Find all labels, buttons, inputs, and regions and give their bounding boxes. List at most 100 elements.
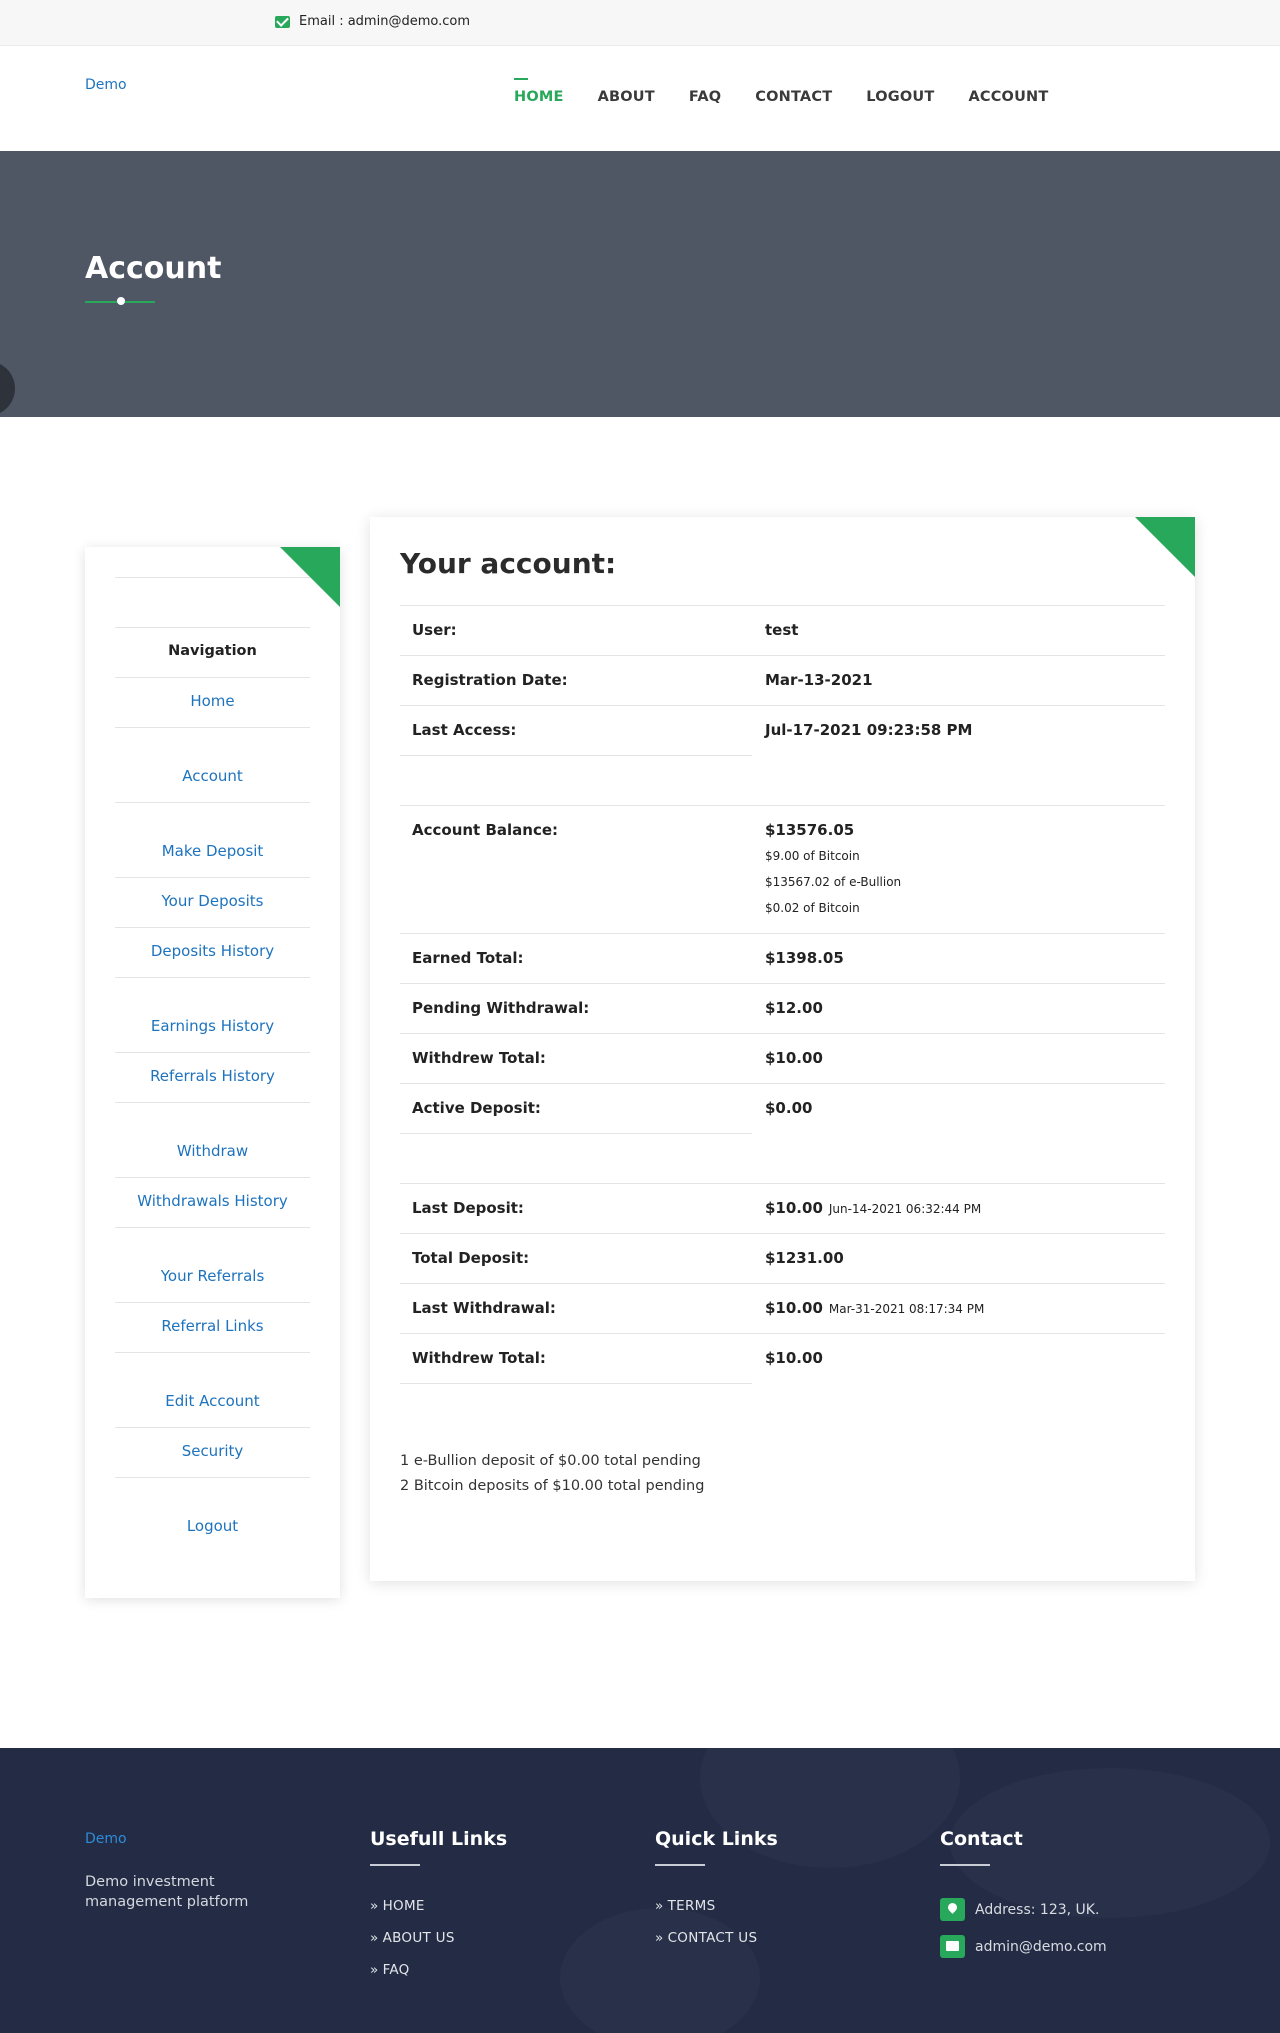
panel-corner-decoration bbox=[1135, 517, 1195, 577]
divider bbox=[115, 1352, 310, 1353]
footer-link-label: TERMS bbox=[667, 1898, 716, 1914]
total-deposit-value: $1231.00 bbox=[765, 1249, 844, 1267]
contact-email-text: admin@demo.com bbox=[975, 1938, 1107, 1955]
sidebar-item-logout[interactable]: Logout bbox=[115, 1517, 310, 1535]
divider bbox=[400, 1333, 1165, 1334]
sidebar-item-withdrawals-history[interactable]: Withdrawals History bbox=[115, 1192, 310, 1210]
last-deposit-value: $10.00 Jun-14-2021 06:32:44 PM bbox=[765, 1199, 981, 1217]
sidebar-item-your-deposits[interactable]: Your Deposits bbox=[115, 892, 310, 910]
footer-link-label: ABOUT US bbox=[382, 1930, 455, 1946]
active-deposit-label: Active Deposit: bbox=[412, 1099, 541, 1117]
footer: Demo Demo investment management platform… bbox=[0, 1748, 1280, 2033]
nav-logout[interactable]: LOGOUT bbox=[866, 89, 934, 105]
divider bbox=[370, 1864, 420, 1866]
divider bbox=[400, 705, 1165, 706]
divider bbox=[400, 605, 1165, 606]
contact-title: Contact bbox=[940, 1828, 1023, 1850]
pending-note: 2 Bitcoin deposits of $10.00 total pendi… bbox=[400, 1478, 705, 1494]
footer-link-contact[interactable]: » CONTACT US bbox=[655, 1930, 778, 1946]
footer-link-label: HOME bbox=[382, 1898, 425, 1914]
divider bbox=[400, 1283, 1165, 1284]
divider bbox=[115, 927, 310, 928]
sidebar-item-referrals-history[interactable]: Referrals History bbox=[115, 1067, 310, 1085]
sidebar-item-home[interactable]: Home bbox=[115, 692, 310, 710]
divider bbox=[115, 677, 310, 678]
registration-date-value: Mar-13-2021 bbox=[765, 671, 873, 689]
chevron-right-icon: » bbox=[655, 1930, 664, 1946]
divider bbox=[400, 1233, 1165, 1234]
divider bbox=[115, 802, 310, 803]
divider bbox=[115, 1102, 310, 1103]
sidebar-item-earnings-history[interactable]: Earnings History bbox=[115, 1017, 310, 1035]
divider bbox=[400, 983, 1165, 984]
account-heading: Your account: bbox=[400, 547, 617, 580]
footer-logo[interactable]: Demo bbox=[85, 1831, 127, 1847]
pending-withdrawal-label: Pending Withdrawal: bbox=[412, 999, 590, 1017]
divider bbox=[400, 655, 1165, 656]
active-deposit-value: $0.00 bbox=[765, 1099, 813, 1117]
footer-link-about[interactable]: » ABOUT US bbox=[370, 1930, 507, 1946]
page-hero: Account bbox=[0, 151, 1280, 417]
last-access-label: Last Access: bbox=[412, 721, 517, 739]
nav-contact[interactable]: CONTACT bbox=[755, 89, 832, 105]
quick-links-column: Quick Links » TERMS » CONTACT US bbox=[655, 1828, 778, 1962]
pending-withdrawal-value: $12.00 bbox=[765, 999, 823, 1017]
account-sidebar: Navigation Home Account Make Deposit You… bbox=[85, 547, 340, 1598]
earned-total-value: $1398.05 bbox=[765, 949, 844, 967]
account-balance-label: Account Balance: bbox=[412, 821, 559, 839]
divider bbox=[115, 1177, 310, 1178]
sidebar-item-account[interactable]: Account bbox=[115, 767, 310, 785]
header: Demo HOME ABOUT FAQ CONTACT LOGOUT ACCOU… bbox=[0, 46, 1280, 151]
user-label: User: bbox=[412, 621, 457, 639]
nav-home[interactable]: HOME bbox=[514, 78, 564, 105]
contact-address: Address: 123, UK. bbox=[940, 1898, 1107, 1921]
sidebar-item-security[interactable]: Security bbox=[115, 1442, 310, 1460]
last-deposit-date: Jun-14-2021 06:32:44 PM bbox=[828, 1202, 982, 1216]
sidebar-item-referral-links[interactable]: Referral Links bbox=[115, 1317, 310, 1335]
contact-email[interactable]: admin@demo.com bbox=[940, 1935, 1107, 1958]
balance-breakdown-item: $13567.02 of e-Bullion bbox=[765, 875, 902, 889]
divider bbox=[115, 1302, 310, 1303]
divider bbox=[400, 1033, 1165, 1034]
divider bbox=[940, 1864, 990, 1866]
contact-address-text: Address: 123, UK. bbox=[975, 1901, 1100, 1918]
footer-description: Demo investment management platform bbox=[85, 1874, 249, 1910]
divider bbox=[115, 1477, 310, 1478]
footer-link-home[interactable]: » HOME bbox=[370, 1898, 507, 1914]
map-pin-icon bbox=[940, 1898, 965, 1921]
hero-decoration bbox=[0, 361, 15, 416]
sidebar-item-make-deposit[interactable]: Make Deposit bbox=[115, 842, 310, 860]
divider bbox=[400, 1183, 1165, 1184]
chevron-right-icon: » bbox=[370, 1898, 379, 1914]
sidebar-title: Navigation bbox=[168, 643, 257, 659]
balance-breakdown-item: $0.02 of Bitcoin bbox=[765, 901, 860, 915]
topbar-email[interactable]: Email : admin@demo.com bbox=[275, 14, 470, 29]
sidebar-item-edit-account[interactable]: Edit Account bbox=[115, 1392, 310, 1410]
sidebar-item-your-referrals[interactable]: Your Referrals bbox=[115, 1267, 310, 1285]
divider bbox=[115, 1427, 310, 1428]
divider bbox=[655, 1864, 705, 1866]
topbar-email-text: Email : admin@demo.com bbox=[299, 14, 470, 29]
footer-link-terms[interactable]: » TERMS bbox=[655, 1898, 778, 1914]
quick-links-title: Quick Links bbox=[655, 1828, 778, 1850]
divider bbox=[400, 1383, 752, 1384]
pending-note: 1 e-Bullion deposit of $0.00 total pendi… bbox=[400, 1453, 701, 1469]
envelope-icon bbox=[940, 1935, 965, 1958]
withdrew-total-value-2: $10.00 bbox=[765, 1349, 823, 1367]
registration-date-label: Registration Date: bbox=[412, 671, 568, 689]
sidebar-item-deposits-history[interactable]: Deposits History bbox=[115, 942, 310, 960]
last-access-value: Jul-17-2021 09:23:58 PM bbox=[765, 721, 973, 739]
top-bar: Email : admin@demo.com bbox=[0, 0, 1280, 46]
sidebar-item-withdraw[interactable]: Withdraw bbox=[115, 1142, 310, 1160]
footer-link-label: CONTACT US bbox=[667, 1930, 758, 1946]
useful-links-title: Usefull Links bbox=[370, 1828, 508, 1850]
footer-link-faq[interactable]: » FAQ bbox=[370, 1962, 507, 1978]
nav-account[interactable]: ACCOUNT bbox=[968, 89, 1048, 105]
nav-about[interactable]: ABOUT bbox=[598, 89, 655, 105]
last-deposit-label: Last Deposit: bbox=[412, 1199, 524, 1217]
site-logo[interactable]: Demo bbox=[85, 77, 127, 93]
account-balance-value: $13576.05 bbox=[765, 821, 855, 839]
nav-faq[interactable]: FAQ bbox=[689, 89, 721, 105]
withdrew-total-label: Withdrew Total: bbox=[412, 1049, 546, 1067]
earned-total-label: Earned Total: bbox=[412, 949, 524, 967]
